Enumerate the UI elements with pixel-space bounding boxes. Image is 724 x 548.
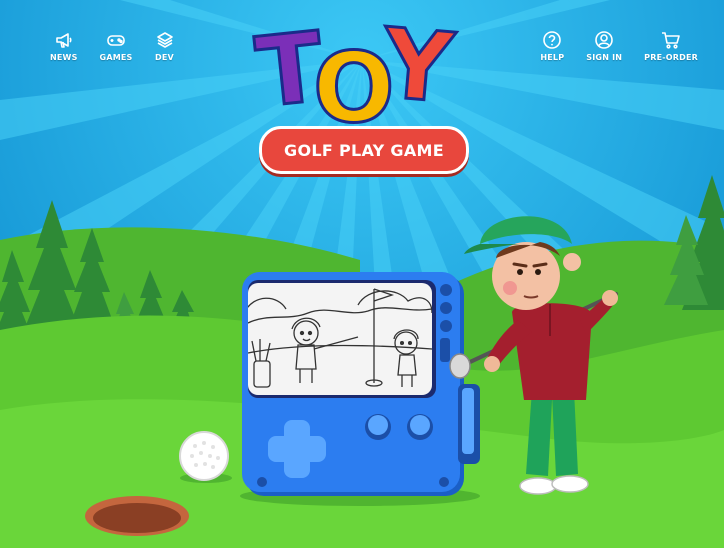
megaphone-icon [55, 33, 72, 48]
nav-left: NEWS GAMES DEV [50, 30, 175, 62]
nav-help[interactable]: HELP [540, 30, 564, 62]
nav-dev[interactable]: DEV [155, 30, 175, 62]
logo-letter-y: Y [377, 6, 459, 127]
subtitle-text: GOLF PLAY GAME [284, 140, 444, 160]
logo-wordmark: T O Y [250, 6, 467, 138]
user-icon [595, 31, 614, 49]
subtitle-banner: GOLF PLAY GAME [259, 126, 469, 174]
golf-hole [93, 503, 181, 533]
nav-pre-order[interactable]: PRE-ORDER [644, 30, 698, 62]
nav-sign-in-label: SIGN IN [586, 53, 623, 62]
help-icon [543, 31, 562, 49]
layers-icon [156, 32, 173, 48]
game-logo: T O Y GOLF PLAY GAME [250, 6, 469, 174]
nav-help-label: HELP [540, 53, 565, 62]
nav-games[interactable]: GAMES [100, 30, 133, 62]
gamepad-icon [107, 35, 125, 46]
screw [257, 477, 267, 487]
nav-sign-in[interactable]: SIGN IN [586, 30, 622, 62]
nav-news[interactable]: NEWS [50, 30, 78, 62]
cart-icon [662, 32, 680, 49]
nav-right: HELP SIGN IN PRE-ORDER [540, 30, 698, 62]
golfer-character [449, 216, 618, 495]
nav-dev-label: DEV [155, 53, 174, 62]
nav-pre-order-label: PRE-ORDER [644, 53, 698, 62]
nav-news-label: NEWS [50, 53, 78, 62]
nav-games-label: GAMES [99, 53, 133, 62]
console-screen [248, 283, 432, 395]
